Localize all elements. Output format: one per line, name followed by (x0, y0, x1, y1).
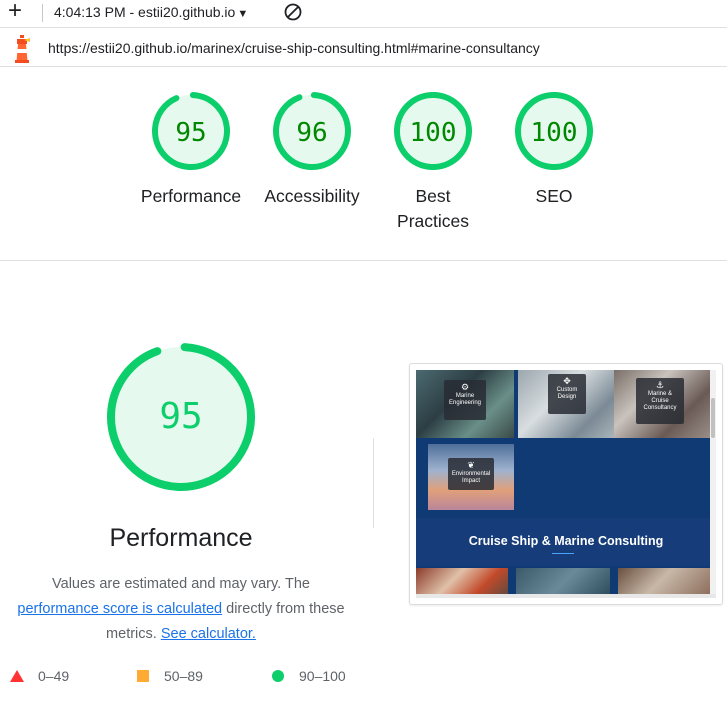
gauge-seo[interactable]: 100 SEO (499, 90, 609, 209)
hero-title: Cruise Ship & Marine Consulting (468, 534, 664, 548)
tile-marine-cruise-consultancy: ⚓ Marine & Cruise Consultancy (614, 370, 710, 438)
desc-text: directly from these (226, 601, 345, 617)
screenshot-image: ⚙ Marine Engineering ✥ Custom Design ⚓ M… (416, 370, 716, 598)
gauge-ring: 100 (515, 92, 593, 170)
final-screenshot[interactable]: ⚙ Marine Engineering ✥ Custom Design ⚓ M… (409, 363, 723, 605)
new-report-button[interactable]: + (8, 0, 28, 23)
leaf-icon: ❦ (467, 460, 475, 470)
gauge-ring: 100 (394, 92, 472, 170)
dropdown-caret-icon: ▼ (237, 8, 249, 20)
tile-custom-design: ✥ Custom Design (518, 370, 614, 438)
tile-marine-engineering: ⚙ Marine Engineering (416, 370, 514, 438)
triangle-icon (10, 670, 24, 682)
square-icon (137, 670, 149, 682)
gauge-score: 95 (175, 118, 206, 148)
gauge-label: Accessibility (264, 186, 360, 206)
legend-fail: 0–49 (10, 668, 69, 684)
section-divider (0, 260, 727, 261)
legend-average: 50–89 (136, 668, 203, 684)
gauge-score: 100 (531, 118, 578, 148)
performance-gauge-large: 95 (106, 343, 255, 491)
see-calculator-link[interactable]: See calculator. (161, 626, 256, 642)
hero-underline (552, 553, 574, 554)
gauge-label: Performance (140, 186, 242, 206)
gauge-score: 100 (410, 118, 457, 148)
score-calculated-link[interactable]: performance score is calculated (17, 601, 222, 617)
lighthouse-icon (15, 35, 30, 63)
tile-label: Marine & (647, 391, 672, 397)
gears-icon: ⚙ (460, 382, 470, 392)
tile-label: Marine (455, 393, 475, 399)
anchor-icon: ⚓ (655, 380, 665, 390)
tile-label: Custom (556, 387, 578, 393)
url-bar: https://estii20.github.io/marinex/cruise… (0, 27, 727, 67)
gauge-ring: 96 (273, 92, 351, 170)
tile-label: Cruise (651, 398, 669, 404)
clear-icon[interactable] (283, 2, 303, 22)
devtools-toolbar: + 4:04:13 PM - estii20.github.io ▼ (0, 0, 727, 26)
legend-range: 50–89 (164, 668, 203, 684)
performance-description: Values are estimated and may vary. The p… (6, 572, 356, 647)
tile-card: ❦ Environmental Impact (448, 458, 494, 490)
report-timestamp: 4:04:13 PM - estii20.github.io (54, 4, 236, 20)
circle-icon (272, 670, 284, 682)
tile-card: ⚓ Marine & Cruise Consultancy (636, 378, 684, 424)
vertical-divider (373, 438, 374, 528)
toolbar-divider (42, 4, 43, 22)
legend-range: 0–49 (38, 668, 70, 684)
gauge-ring: 95 (152, 92, 230, 170)
gauge-score: 96 (296, 118, 327, 148)
score-legend: 0–49 50–89 90–100 (10, 668, 370, 690)
performance-score: 95 (159, 396, 202, 437)
desc-text: metrics. (106, 626, 157, 642)
tile-environmental-impact: ❦ Environmental Impact (428, 444, 514, 510)
category-gauges: 95 Performance 96 Accessibility 100 Best… (130, 90, 610, 240)
tile-label: Impact (461, 478, 480, 484)
desc-text: Values are estimated and may vary. The (52, 576, 310, 592)
tile-card: ⚙ Marine Engineering (444, 380, 486, 420)
tile-label: Environmental (451, 471, 491, 477)
screenshot-hscrollbar (416, 594, 716, 598)
tile-label: Consultancy (643, 405, 677, 411)
gauge-label-line: Best (415, 186, 451, 206)
tile-card: ✥ Custom Design (548, 374, 586, 414)
gauge-accessibility[interactable]: 96 Accessibility (257, 90, 367, 209)
gauge-label-line: Practices (397, 211, 469, 231)
tile-label: Design (557, 394, 577, 400)
compass-icon: ✥ (563, 376, 571, 386)
audited-url[interactable]: https://estii20.github.io/marinex/cruise… (48, 40, 540, 56)
tile-label: Engineering (448, 400, 482, 406)
screenshot-scrollbar (710, 370, 716, 594)
performance-title: Performance (109, 524, 253, 552)
report-selector[interactable]: 4:04:13 PM - estii20.github.io ▼ (54, 4, 248, 20)
gauge-best-practices[interactable]: 100 Best Practices (378, 90, 488, 234)
gauge-label: SEO (535, 186, 573, 206)
legend-pass: 90–100 (271, 668, 346, 684)
legend-range: 90–100 (299, 668, 346, 684)
scrollbar-thumb (711, 398, 715, 438)
gauge-label: Best Practices (378, 184, 488, 234)
gauge-performance[interactable]: 95 Performance (136, 90, 246, 209)
